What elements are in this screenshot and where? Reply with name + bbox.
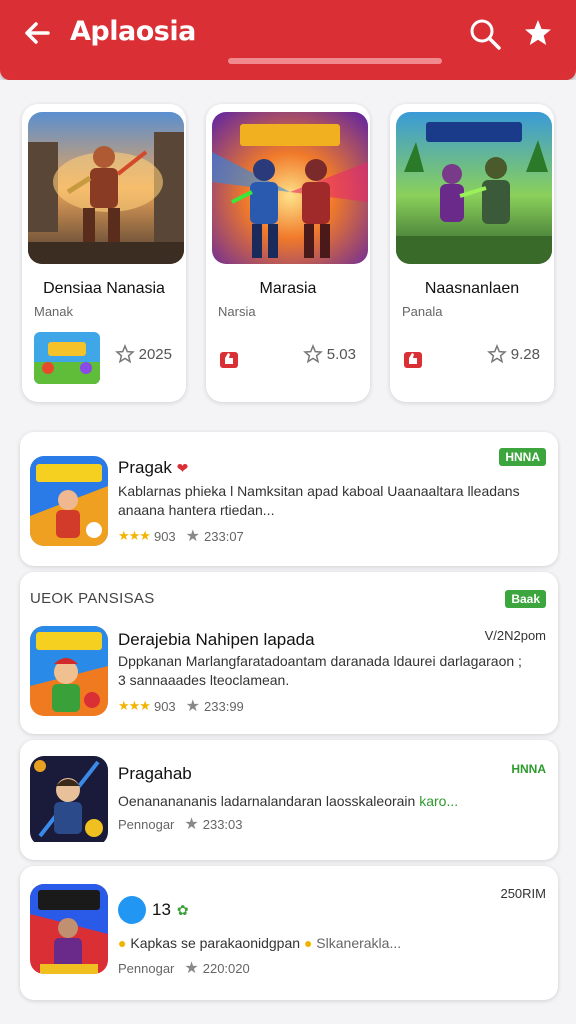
thumbs-up-icon[interactable] bbox=[218, 348, 240, 370]
app-description: Oenananananis ladarnalandaran laosskaleo… bbox=[118, 793, 459, 809]
app-description: Kablarnas phieka l Namksitan apad kaboal… bbox=[118, 483, 520, 518]
game-artwork bbox=[212, 112, 368, 264]
game-subtitle: Narsia bbox=[218, 304, 256, 319]
app-description: Dppkanan Marlangfaratadoantam daranada l… bbox=[118, 653, 522, 688]
review-count: 233:03 bbox=[202, 816, 243, 832]
game-title: Naasnanlaen bbox=[424, 280, 520, 297]
app-title: Pragak ❤ bbox=[118, 458, 189, 477]
back-arrow-icon[interactable] bbox=[22, 18, 52, 48]
star-outline-icon bbox=[486, 344, 507, 364]
app-icon bbox=[30, 456, 108, 546]
game-subtitle: Panala bbox=[402, 304, 443, 319]
app-icon bbox=[30, 884, 108, 974]
star-rating-icon: ★★★ bbox=[118, 528, 151, 543]
app-meta: Pennogar ★ 233:03 bbox=[118, 814, 243, 834]
app-icon bbox=[30, 756, 108, 846]
app-list-item[interactable]: Pragak ❤ HNNA Kablarnas phieka l Namksit… bbox=[20, 432, 558, 566]
review-count: 220:020 bbox=[202, 960, 250, 976]
featured-card[interactable]: Marasia Narsia 5.03 bbox=[206, 104, 370, 402]
status-label: HNNA bbox=[511, 762, 546, 776]
rating: 9.28 bbox=[486, 344, 540, 364]
star-icon[interactable] bbox=[522, 17, 554, 49]
emoji-icon: ● bbox=[118, 935, 127, 951]
app-title: 13 ✿ bbox=[118, 896, 189, 924]
app-title: Pragahab bbox=[118, 764, 192, 783]
rating-value: 9.28 bbox=[510, 345, 540, 363]
thumbs-up-icon[interactable] bbox=[402, 348, 424, 370]
star-icon: ★ bbox=[184, 960, 199, 977]
featured-card[interactable]: Densiaa Nanasia Manak 2025 bbox=[22, 104, 186, 402]
rating-value: 2025 bbox=[138, 345, 172, 363]
page-title: Aplaosia bbox=[70, 16, 196, 47]
star-outline-icon bbox=[114, 344, 135, 364]
star-icon: ★ bbox=[184, 816, 199, 833]
app-icon bbox=[30, 626, 108, 716]
rating-value: 903 bbox=[153, 698, 176, 714]
flower-icon: ✿ bbox=[176, 901, 189, 918]
star-icon: ★ bbox=[185, 528, 201, 545]
star-outline-icon bbox=[302, 344, 323, 364]
game-title: Marasia bbox=[259, 280, 317, 297]
status-badge: Baak bbox=[505, 590, 546, 608]
header-indicator bbox=[228, 58, 442, 64]
app-list-item[interactable]: UEOK PANSISAS Baak Derajebia Nahipen lap… bbox=[20, 572, 558, 734]
review-count: 233:99 bbox=[204, 698, 244, 714]
app-list-item[interactable]: 13 ✿ 250RIM ● Kapkas se parakaonidgpan ●… bbox=[20, 866, 558, 1000]
verified-badge-icon bbox=[118, 896, 146, 924]
search-icon[interactable] bbox=[468, 17, 502, 51]
rating-value: 903 bbox=[153, 528, 176, 544]
app-list-item[interactable]: Pragahab HNNA Oenananananis ladarnalanda… bbox=[20, 740, 558, 860]
emoji-icon: ● bbox=[303, 935, 313, 951]
app-title: Derajebia Nahipen lapada bbox=[118, 630, 315, 649]
section-title: UEOK PANSISAS bbox=[30, 590, 155, 607]
publisher: Pennogar bbox=[118, 960, 175, 976]
app-meta: Pennogar ★ 220:020 bbox=[118, 958, 250, 978]
review-count: 233:07 bbox=[204, 528, 244, 544]
app-date: 250RIM bbox=[500, 886, 546, 901]
app-date: V/2N2pom bbox=[484, 628, 546, 643]
game-artwork bbox=[28, 112, 184, 264]
game-subtitle: Manak bbox=[34, 304, 74, 319]
rating: 5.03 bbox=[302, 344, 356, 364]
rating-value: 5.03 bbox=[326, 345, 356, 363]
app-meta: ★★★ 903 ★ 233:99 bbox=[118, 696, 244, 716]
game-artwork bbox=[396, 112, 552, 264]
game-thumbnail bbox=[34, 332, 100, 384]
rating: 2025 bbox=[114, 344, 172, 364]
status-badge: HNNA bbox=[499, 448, 546, 466]
star-rating-icon: ★★★ bbox=[118, 698, 151, 713]
featured-card[interactable]: Naasnanlaen Panala 9.28 bbox=[390, 104, 554, 402]
app-description: ● Kapkas se parakaonidgpan ● Slkanerakla… bbox=[118, 935, 402, 951]
star-icon: ★ bbox=[185, 698, 201, 715]
game-title: Densiaa Nanasia bbox=[43, 280, 165, 297]
app-bar: Aplaosia bbox=[0, 0, 576, 80]
app-meta: ★★★ 903 ★ 233:07 bbox=[118, 526, 244, 546]
publisher: Pennogar bbox=[118, 816, 175, 832]
heart-icon: ❤ bbox=[176, 460, 189, 476]
